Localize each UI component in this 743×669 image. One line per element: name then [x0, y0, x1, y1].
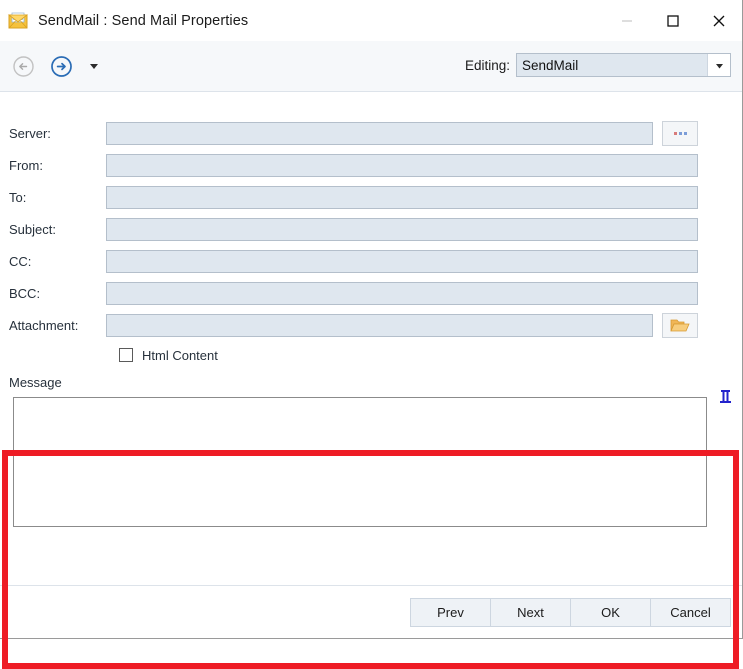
- back-arrow-icon: [12, 55, 35, 78]
- close-button[interactable]: [696, 0, 742, 41]
- maximize-button[interactable]: [650, 0, 696, 41]
- server-input[interactable]: [106, 122, 653, 145]
- attachment-label: Attachment:: [0, 318, 106, 333]
- editing-label: Editing:: [465, 58, 510, 73]
- title-bar: SendMail : Send Mail Properties: [0, 0, 742, 41]
- field-row-to: To:: [0, 181, 743, 213]
- navigation-toolbar: Editing: SendMail: [0, 41, 742, 92]
- bcc-input[interactable]: [106, 282, 698, 305]
- next-button[interactable]: Next: [490, 598, 571, 627]
- dialog-footer: Prev Next OK Cancel: [0, 586, 742, 638]
- attachment-browse-button[interactable]: [662, 313, 698, 338]
- envelope-icon: [7, 10, 29, 32]
- message-area-wrapper: [0, 397, 743, 527]
- from-label: From:: [0, 158, 106, 173]
- attachment-input[interactable]: [106, 314, 653, 337]
- editing-selector: Editing: SendMail: [465, 53, 731, 77]
- field-row-from: From:: [0, 149, 743, 181]
- cc-input[interactable]: [106, 250, 698, 273]
- server-label: Server:: [0, 126, 106, 141]
- cancel-button[interactable]: Cancel: [650, 598, 731, 627]
- prev-button[interactable]: Prev: [410, 598, 491, 627]
- bcc-label: BCC:: [0, 286, 106, 301]
- server-browse-button[interactable]: [662, 121, 698, 146]
- mail-fields: Server: From: To: Subject:: [0, 117, 743, 341]
- field-row-bcc: BCC:: [0, 277, 743, 309]
- properties-content: Server: From: To: Subject:: [0, 92, 742, 585]
- from-input[interactable]: [106, 154, 698, 177]
- minimize-button[interactable]: [604, 0, 650, 41]
- html-content-row: Html Content: [0, 344, 743, 366]
- editing-combobox-value: SendMail: [517, 58, 578, 73]
- minimize-icon: [620, 14, 634, 28]
- folder-icon: [670, 317, 690, 333]
- field-row-attachment: Attachment:: [0, 309, 743, 341]
- send-mail-properties-window: SendMail : Send Mail Properties: [0, 0, 743, 639]
- subject-input[interactable]: [106, 218, 698, 241]
- editing-combobox-arrow[interactable]: [707, 54, 730, 76]
- window-title: SendMail : Send Mail Properties: [38, 13, 248, 29]
- chevron-down-icon: [715, 61, 724, 70]
- html-content-label: Html Content: [142, 348, 218, 363]
- close-icon: [711, 13, 727, 29]
- message-textarea[interactable]: [13, 397, 707, 527]
- maximize-icon: [666, 14, 680, 28]
- to-input[interactable]: [106, 186, 698, 209]
- forward-button[interactable]: [49, 54, 74, 79]
- ok-button[interactable]: OK: [570, 598, 651, 627]
- editing-combobox[interactable]: SendMail: [516, 53, 731, 77]
- field-row-server: Server:: [0, 117, 743, 149]
- cc-label: CC:: [0, 254, 106, 269]
- message-label: Message: [0, 375, 743, 390]
- forward-arrow-icon: [50, 55, 73, 78]
- chevron-down-icon: [89, 61, 99, 71]
- to-label: To:: [0, 190, 106, 205]
- footer-button-group: Prev Next OK Cancel: [411, 598, 731, 627]
- ellipsis-icon: [674, 132, 687, 135]
- back-button[interactable]: [11, 54, 36, 79]
- expression-icon[interactable]: [717, 387, 734, 405]
- window-controls: [604, 0, 742, 41]
- navigation-dropdown-button[interactable]: [87, 59, 101, 73]
- html-content-checkbox[interactable]: [119, 348, 133, 362]
- message-section: Html Content Message: [0, 344, 743, 527]
- field-row-subject: Subject:: [0, 213, 743, 245]
- subject-label: Subject:: [0, 222, 106, 237]
- field-row-cc: CC:: [0, 245, 743, 277]
